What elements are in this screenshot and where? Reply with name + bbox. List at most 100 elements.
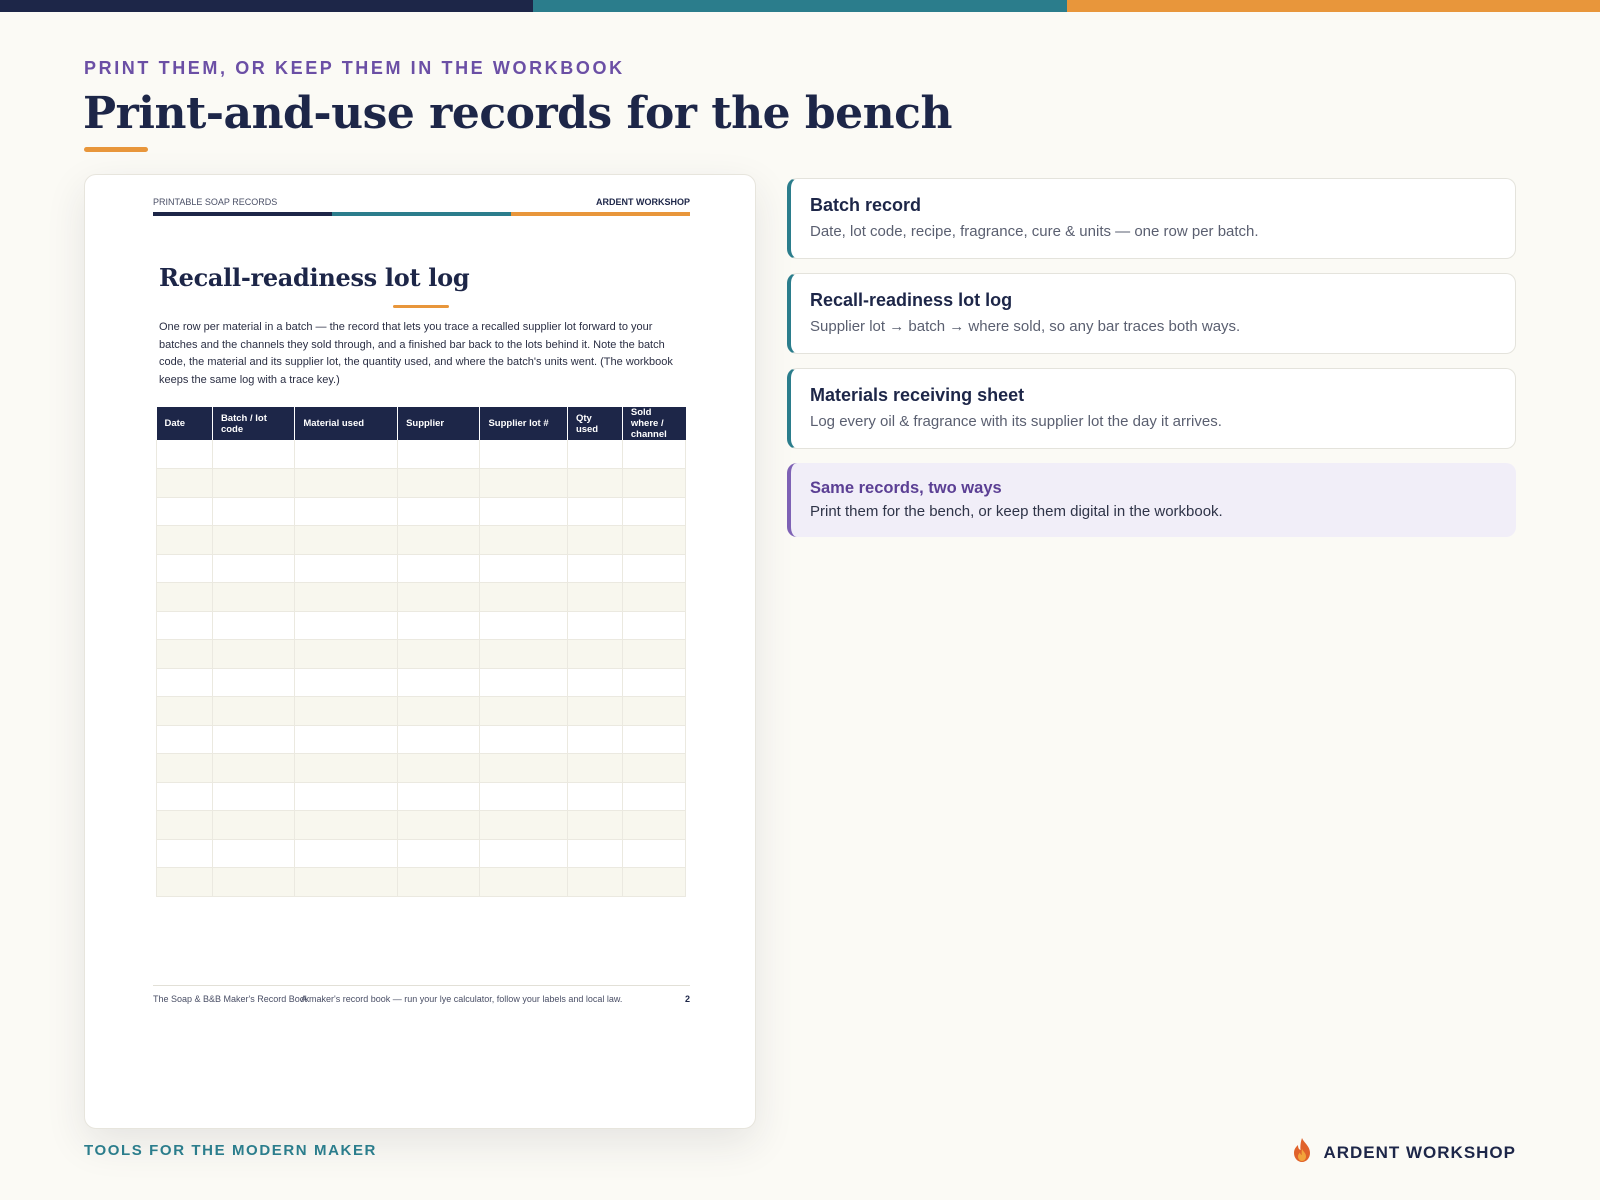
table-row: [156, 497, 687, 526]
table-cell: [567, 725, 623, 754]
table-cell: [156, 582, 213, 612]
table-cell: [156, 497, 213, 526]
flame-icon: [1291, 1137, 1313, 1168]
table-cell: [212, 696, 296, 726]
table-cell: [622, 554, 687, 583]
table-cell: [294, 582, 399, 612]
table-body: [156, 440, 687, 897]
table-cell: [479, 440, 568, 469]
table-cell: [567, 468, 623, 498]
table-cell: [622, 696, 687, 726]
sheet-title-underline: [393, 305, 449, 308]
table-cell: [294, 668, 399, 697]
table-cell: [156, 867, 213, 897]
table-cell: [294, 611, 399, 640]
table-cell: [479, 810, 568, 840]
top-bar-orange: [1066, 0, 1600, 12]
table-row: [156, 867, 687, 897]
eyebrow: PRINT THEM, OR KEEP THEM IN THE WORKBOOK: [84, 58, 625, 78]
table-cell: [212, 554, 296, 583]
column-header: Supplier lot #: [479, 407, 568, 440]
table-row: [156, 554, 687, 583]
table-cell: [567, 668, 623, 697]
table-cell: [212, 753, 296, 783]
table-cell: [567, 696, 623, 726]
table-cell: [156, 554, 213, 583]
table-cell: [567, 839, 623, 868]
table-cell: [212, 525, 296, 555]
card-description: Log every oil & fragrance with its suppl…: [810, 413, 1222, 430]
table-cell: [397, 611, 481, 640]
table-cell: [479, 611, 568, 640]
table-cell: [567, 554, 623, 583]
table-cell: [212, 582, 296, 612]
table-row: [156, 611, 687, 640]
table-cell: [567, 810, 623, 840]
note-callout: Same records, two ways Print them for th…: [787, 463, 1516, 537]
top-bar-teal: [533, 0, 1067, 12]
table-cell: [622, 611, 687, 640]
table-cell: [479, 554, 568, 583]
table-cell: [397, 725, 481, 754]
sheet-footer-divider: [153, 985, 690, 986]
table-cell: [622, 839, 687, 868]
table-row: [156, 839, 687, 868]
table-cell: [479, 839, 568, 868]
table-row: [156, 468, 687, 498]
title-underline: [84, 147, 148, 152]
table-cell: [156, 668, 213, 697]
table-cell: [294, 497, 399, 526]
table-cell: [156, 525, 213, 555]
table-cell: [397, 554, 481, 583]
top-bar-navy: [0, 0, 534, 12]
table-cell: [294, 468, 399, 498]
table-row: [156, 668, 687, 697]
table-cell: [567, 611, 623, 640]
table-cell: [479, 753, 568, 783]
table-cell: [212, 440, 296, 469]
table-cell: [397, 582, 481, 612]
sheet-stripe-teal: [332, 212, 511, 216]
table-cell: [479, 497, 568, 526]
footer-tagline: TOOLS FOR THE MODERN MAKER: [84, 1142, 377, 1159]
table-cell: [294, 753, 399, 783]
table-cell: [294, 696, 399, 726]
table-cell: [294, 554, 399, 583]
table-header-row: Date Batch / lot code Material used Supp…: [156, 407, 686, 440]
table-row: [156, 782, 687, 811]
top-color-bar: [0, 0, 1600, 12]
table-cell: [156, 639, 213, 669]
table-cell: [622, 582, 687, 612]
table-cell: [156, 782, 213, 811]
sheet-page-number: 2: [684, 994, 690, 1004]
card-lot-log[interactable]: Recall-readiness lot log Supplier lot → …: [787, 273, 1516, 354]
card-title: Recall-readiness lot log: [810, 290, 1013, 310]
table-cell: [622, 810, 687, 840]
table-cell: [479, 696, 568, 726]
table-cell: [479, 525, 568, 555]
table-row: [156, 582, 687, 612]
table-cell: [397, 668, 481, 697]
table-cell: [156, 753, 213, 783]
table-cell: [397, 782, 481, 811]
table-cell: [397, 440, 481, 469]
table-cell: [397, 696, 481, 726]
sheet-title: Recall-readiness lot log: [159, 263, 470, 292]
sheet-header-right: ARDENT WORKSHOP: [596, 197, 690, 207]
table-cell: [622, 639, 687, 669]
table-cell: [397, 497, 481, 526]
document-preview: PRINTABLE SOAP RECORDS ARDENT WORKSHOP R…: [84, 174, 756, 1129]
table-row: [156, 810, 687, 840]
table-row: [156, 525, 687, 555]
table-cell: [479, 582, 568, 612]
table-cell: [567, 867, 623, 897]
table-cell: [567, 782, 623, 811]
page-title: Print-and-use records for the bench: [83, 88, 952, 139]
table-cell: [397, 753, 481, 783]
card-batch-record[interactable]: Batch record Date, lot code, recipe, fra…: [787, 178, 1516, 259]
card-receiving-sheet[interactable]: Materials receiving sheet Log every oil …: [787, 368, 1516, 449]
table-cell: [567, 525, 623, 555]
table-cell: [622, 725, 687, 754]
lot-log-table: Date Batch / lot code Material used Supp…: [156, 407, 687, 897]
table-cell: [156, 611, 213, 640]
